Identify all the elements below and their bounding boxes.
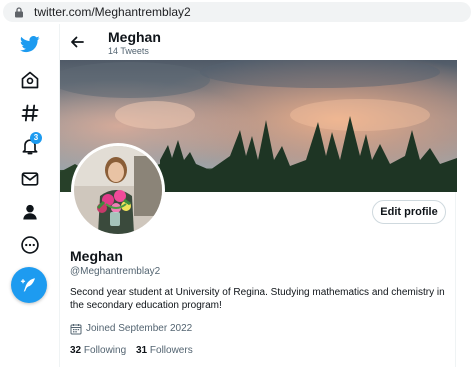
notifications-bell-icon[interactable]: 3 xyxy=(14,130,46,162)
joined-date: Joined September 2022 xyxy=(70,322,192,335)
profile-column: Meghan 14 Tweets Edit profile Meghan @Me… xyxy=(59,24,457,367)
lock-icon xyxy=(15,7,23,18)
sidebar-nav: 3 xyxy=(0,24,59,367)
url-field[interactable]: twitter.com/Meghantremblay2 xyxy=(3,2,471,22)
notification-badge: 3 xyxy=(30,132,42,144)
explore-hashtag-icon[interactable] xyxy=(14,97,46,129)
profile-handle: @Meghantremblay2 xyxy=(70,266,161,277)
profile-header-bar: Meghan 14 Tweets xyxy=(60,24,457,60)
following-link[interactable]: 32 Following xyxy=(70,344,126,357)
header-name: Meghan xyxy=(108,29,161,45)
twitter-logo-icon[interactable] xyxy=(14,28,46,60)
followers-link[interactable]: 31 Followers xyxy=(136,344,193,357)
profile-bio: Second year student at University of Reg… xyxy=(70,287,445,311)
joined-text: Joined September 2022 xyxy=(86,323,193,334)
following-label: Following xyxy=(83,345,127,356)
header-tweet-count: 14 Tweets xyxy=(108,46,149,56)
profile-person-icon[interactable] xyxy=(14,196,46,228)
followers-count: 31 xyxy=(136,345,148,356)
followers-label: Followers xyxy=(149,345,193,356)
calendar-icon xyxy=(70,323,82,334)
profile-name: Meghan xyxy=(70,248,123,264)
following-count: 32 xyxy=(70,345,82,356)
url-text: twitter.com/Meghantremblay2 xyxy=(34,5,191,19)
compose-tweet-button[interactable] xyxy=(11,267,47,303)
profile-avatar[interactable] xyxy=(71,143,165,237)
messages-envelope-icon[interactable] xyxy=(14,163,46,195)
more-options-icon[interactable] xyxy=(14,229,46,261)
edit-profile-button[interactable]: Edit profile xyxy=(372,200,446,224)
browser-address-bar: twitter.com/Meghantremblay2 xyxy=(0,0,474,24)
feather-plus-icon xyxy=(20,278,35,292)
home-icon[interactable] xyxy=(14,64,46,96)
back-arrow-icon[interactable] xyxy=(69,34,85,50)
